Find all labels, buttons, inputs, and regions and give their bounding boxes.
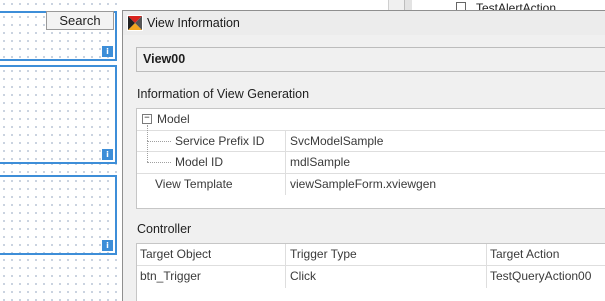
property-name: Service Prefix ID [175, 133, 265, 148]
model-group-label: Model [157, 112, 190, 126]
tree-connector [147, 140, 148, 162]
property-value[interactable]: mdlSample [290, 152, 350, 173]
tree-connector [147, 162, 171, 163]
column-header-trigger-type[interactable]: Trigger Type [290, 244, 357, 265]
property-row[interactable]: Model ID mdlSample [137, 140, 605, 174]
property-row[interactable]: View Template viewSampleForm.xviewgen [137, 173, 605, 196]
generation-section-title: Information of View Generation [137, 87, 310, 101]
tree-connector [147, 140, 171, 142]
column-header-target-object[interactable]: Target Object [140, 244, 211, 265]
info-icon[interactable]: i [102, 46, 113, 57]
title-bar[interactable]: View Information [123, 11, 605, 35]
target-action-cell[interactable]: TestQueryAction00 [490, 266, 591, 288]
controller-section-title: Controller [137, 222, 192, 236]
designer-canvas: i Search i i [0, 0, 122, 301]
column-header-target-action[interactable]: Target Action [490, 244, 559, 265]
controller-header-row: Target Object Trigger Type Target Action [137, 244, 605, 266]
view-name-field: View00 [136, 47, 605, 72]
property-row[interactable]: Service Prefix ID SvcModelSample [137, 124, 605, 152]
trigger-type-cell[interactable]: Click [290, 266, 316, 288]
form-panel[interactable]: i [0, 65, 117, 164]
table-row[interactable]: btn_Trigger Click TestQueryAction00 [137, 266, 605, 288]
tree-connector [147, 124, 148, 141]
grid-panel[interactable]: i [0, 175, 117, 255]
info-icon[interactable]: i [102, 240, 113, 251]
search-button[interactable]: Search [46, 11, 114, 30]
hourglass-app-icon [127, 15, 143, 31]
property-value[interactable]: SvcModelSample [290, 131, 383, 152]
view-information-window: View Information View00 Information of V… [122, 10, 605, 301]
window-content: View00 Information of View Generation − … [123, 35, 605, 301]
generation-property-grid: − Model Service Prefix ID SvcModelSample… [136, 108, 605, 209]
info-icon[interactable]: i [102, 149, 113, 160]
window-title: View Information [147, 16, 240, 30]
property-value[interactable]: viewSampleForm.xviewgen [290, 174, 436, 196]
model-group-row[interactable]: − Model [137, 109, 605, 131]
controller-grid: Target Object Trigger Type Target Action… [136, 243, 605, 301]
property-name: View Template [155, 176, 233, 191]
property-name: Model ID [175, 155, 224, 169]
collapse-icon[interactable]: − [142, 114, 152, 124]
target-object-cell[interactable]: btn_Trigger [140, 266, 201, 288]
